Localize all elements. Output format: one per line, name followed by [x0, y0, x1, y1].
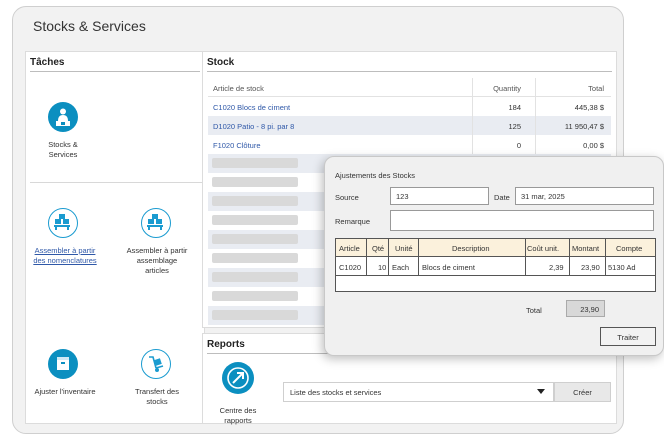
report-center-label[interactable]: Centre des rapports — [214, 406, 262, 426]
tasks-divider — [30, 182, 202, 183]
grid-header-unit: Unité — [395, 244, 413, 253]
column-divider — [535, 78, 536, 96]
column-divider — [535, 135, 536, 154]
report-select-value: Liste des stocks et services — [290, 388, 382, 397]
assemble-boxes-icon[interactable] — [141, 208, 171, 238]
stock-heading: Stock — [207, 55, 612, 72]
date-label: Date — [494, 193, 510, 202]
adjust-inventory-icon[interactable] — [48, 349, 78, 379]
remark-label: Remarque — [335, 217, 371, 226]
grid-divider — [366, 239, 367, 275]
line-qty[interactable]: 10 — [378, 263, 386, 272]
total-value: 23,90 — [566, 300, 605, 317]
window-title: Stocks & Services — [33, 18, 146, 34]
task-assemble-items[interactable]: Assembler à partir assemblage articles — [124, 246, 190, 276]
stock-item-qty: 125 — [508, 122, 521, 131]
line-amount[interactable]: 23,90 — [581, 263, 600, 272]
total-label: Total — [526, 306, 542, 315]
adjustment-lines-grid: Article Qté Unité Description Coût unit.… — [335, 238, 656, 292]
grid-header-account: Compte — [616, 244, 643, 253]
loading-placeholder — [212, 215, 298, 225]
grid-divider — [569, 239, 570, 275]
column-divider — [535, 97, 536, 116]
loading-placeholder — [212, 291, 298, 301]
assemble-boxes-icon[interactable] — [48, 208, 78, 238]
line-unit-cost[interactable]: 2,39 — [549, 263, 564, 272]
stock-item-name[interactable]: D1020 Patio - 8 pi. par 8 — [213, 122, 294, 131]
stock-item-total: 0,00 $ — [583, 141, 604, 150]
task-transfer-stock[interactable]: Transfert des stocks — [128, 387, 186, 407]
stock-adjustment-dialog: Ajustements des Stocks Source 123 Date 3… — [324, 156, 664, 356]
loading-placeholder — [212, 196, 298, 206]
task-stocks-services[interactable]: Stocks & Services — [40, 140, 86, 160]
hand-truck-icon[interactable] — [141, 349, 171, 379]
grid-header-description: Description — [452, 244, 490, 253]
report-select[interactable]: Liste des stocks et services — [283, 382, 554, 402]
line-unit[interactable]: Each — [392, 263, 409, 272]
stock-item-total: 445,38 $ — [574, 103, 604, 112]
stock-item-total: 11 950,47 $ — [564, 122, 604, 131]
chevron-down-icon[interactable] — [537, 389, 545, 394]
stock-item-name[interactable]: C1020 Blocs de ciment — [213, 103, 290, 112]
tasks-heading: Tâches — [30, 55, 200, 72]
task-assemble-bom[interactable]: Assembler à partir des nomenclatures — [29, 246, 101, 266]
loading-placeholder — [212, 158, 298, 168]
table-row[interactable]: F1020 Clôture 0 0,00 $ — [208, 135, 611, 154]
source-field[interactable]: 123 — [390, 187, 489, 205]
column-header-total[interactable]: Total — [588, 84, 604, 93]
source-label: Source — [335, 193, 359, 202]
process-button[interactable]: Traiter — [600, 327, 656, 346]
grid-divider — [605, 239, 606, 275]
loading-placeholder — [212, 272, 298, 282]
column-divider — [472, 135, 473, 154]
column-divider — [535, 116, 536, 135]
dialog-title: Ajustements des Stocks — [335, 171, 416, 180]
grid-divider — [418, 239, 419, 275]
create-report-button[interactable]: Créer — [554, 382, 611, 402]
remark-field[interactable] — [390, 210, 654, 231]
column-divider — [472, 97, 473, 116]
task-adjust-inventory[interactable]: Ajuster l'inventaire — [29, 387, 101, 397]
grid-header-article: Article — [339, 244, 360, 253]
stock-table-header: Article de stock Quantity Total — [208, 78, 611, 97]
grid-header-unit-cost: Coût unit. — [527, 244, 560, 253]
grid-header-qty: Qté — [372, 244, 385, 253]
grid-row-divider — [336, 275, 655, 276]
column-divider — [472, 116, 473, 135]
line-article[interactable]: C1020 — [339, 263, 361, 272]
loading-placeholder — [212, 234, 298, 244]
stock-item-name[interactable]: F1020 Clôture — [213, 141, 261, 150]
column-header-item[interactable]: Article de stock — [213, 84, 264, 93]
date-field[interactable]: 31 mar, 2025 — [515, 187, 654, 205]
grid-header-amount: Montant — [572, 244, 600, 253]
report-center-icon[interactable] — [222, 362, 254, 394]
column-divider — [472, 78, 473, 96]
table-row[interactable]: D1020 Patio - 8 pi. par 8 125 11 950,47 … — [208, 116, 611, 135]
table-row[interactable]: C1020 Blocs de ciment 184 445,38 $ — [208, 97, 611, 116]
column-header-qty[interactable]: Quantity — [493, 84, 521, 93]
line-account[interactable]: 5130 Ad — [608, 263, 636, 272]
grid-divider — [525, 239, 526, 275]
line-description[interactable]: Blocs de ciment — [422, 263, 475, 272]
loading-placeholder — [212, 310, 298, 320]
tasks-panel: Tâches Stocks & Services Assembler à par… — [25, 51, 205, 424]
stock-item-qty: 0 — [516, 141, 521, 150]
stock-item-qty: 184 — [508, 103, 521, 112]
warehouse-worker-icon[interactable] — [48, 102, 78, 132]
loading-placeholder — [212, 177, 298, 187]
grid-divider — [388, 239, 389, 275]
loading-placeholder — [212, 253, 298, 263]
